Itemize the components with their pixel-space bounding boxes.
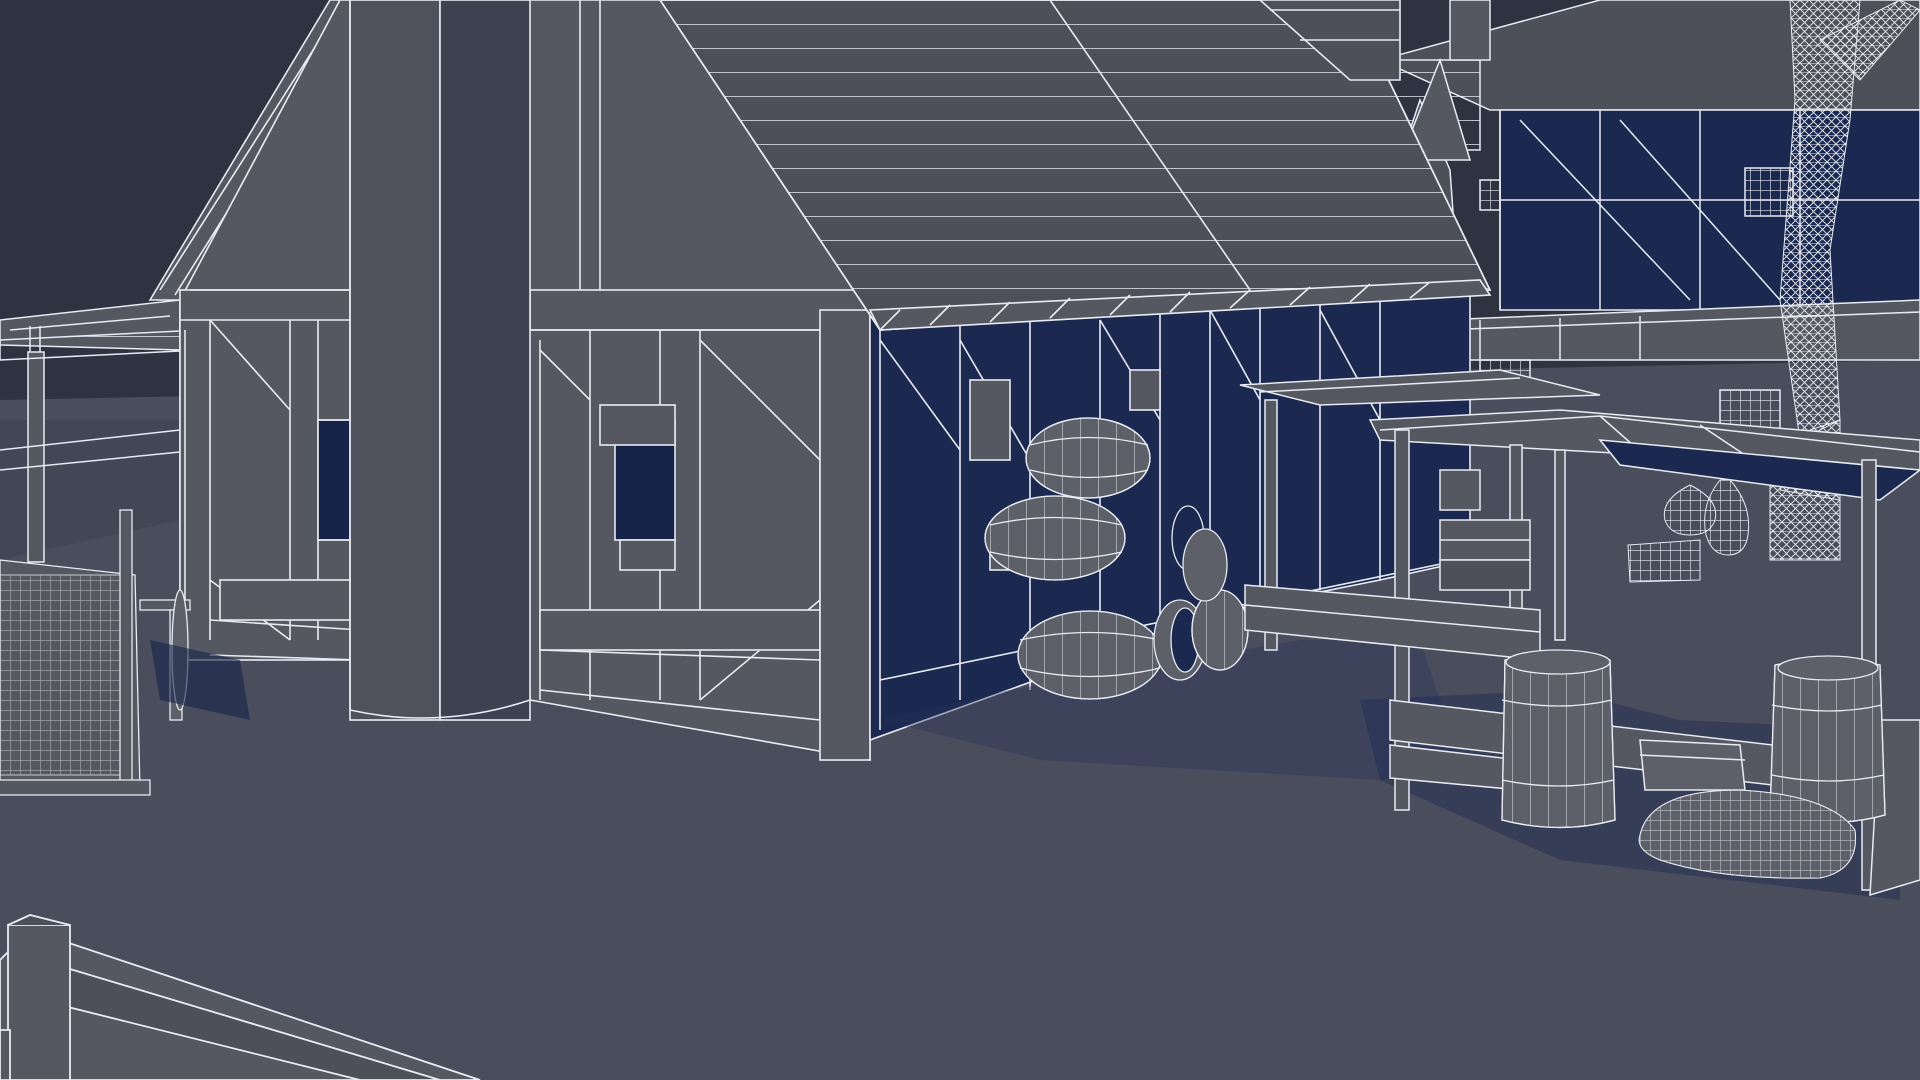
barrel xyxy=(1017,610,1163,700)
scene-render xyxy=(0,0,1920,1080)
barrel xyxy=(1182,528,1228,602)
barrel xyxy=(1501,649,1616,829)
chimney xyxy=(349,0,531,721)
basket xyxy=(1627,539,1701,583)
3d-viewport[interactable] xyxy=(0,0,1920,1080)
barrel xyxy=(1025,417,1151,499)
barrel xyxy=(1191,589,1249,671)
